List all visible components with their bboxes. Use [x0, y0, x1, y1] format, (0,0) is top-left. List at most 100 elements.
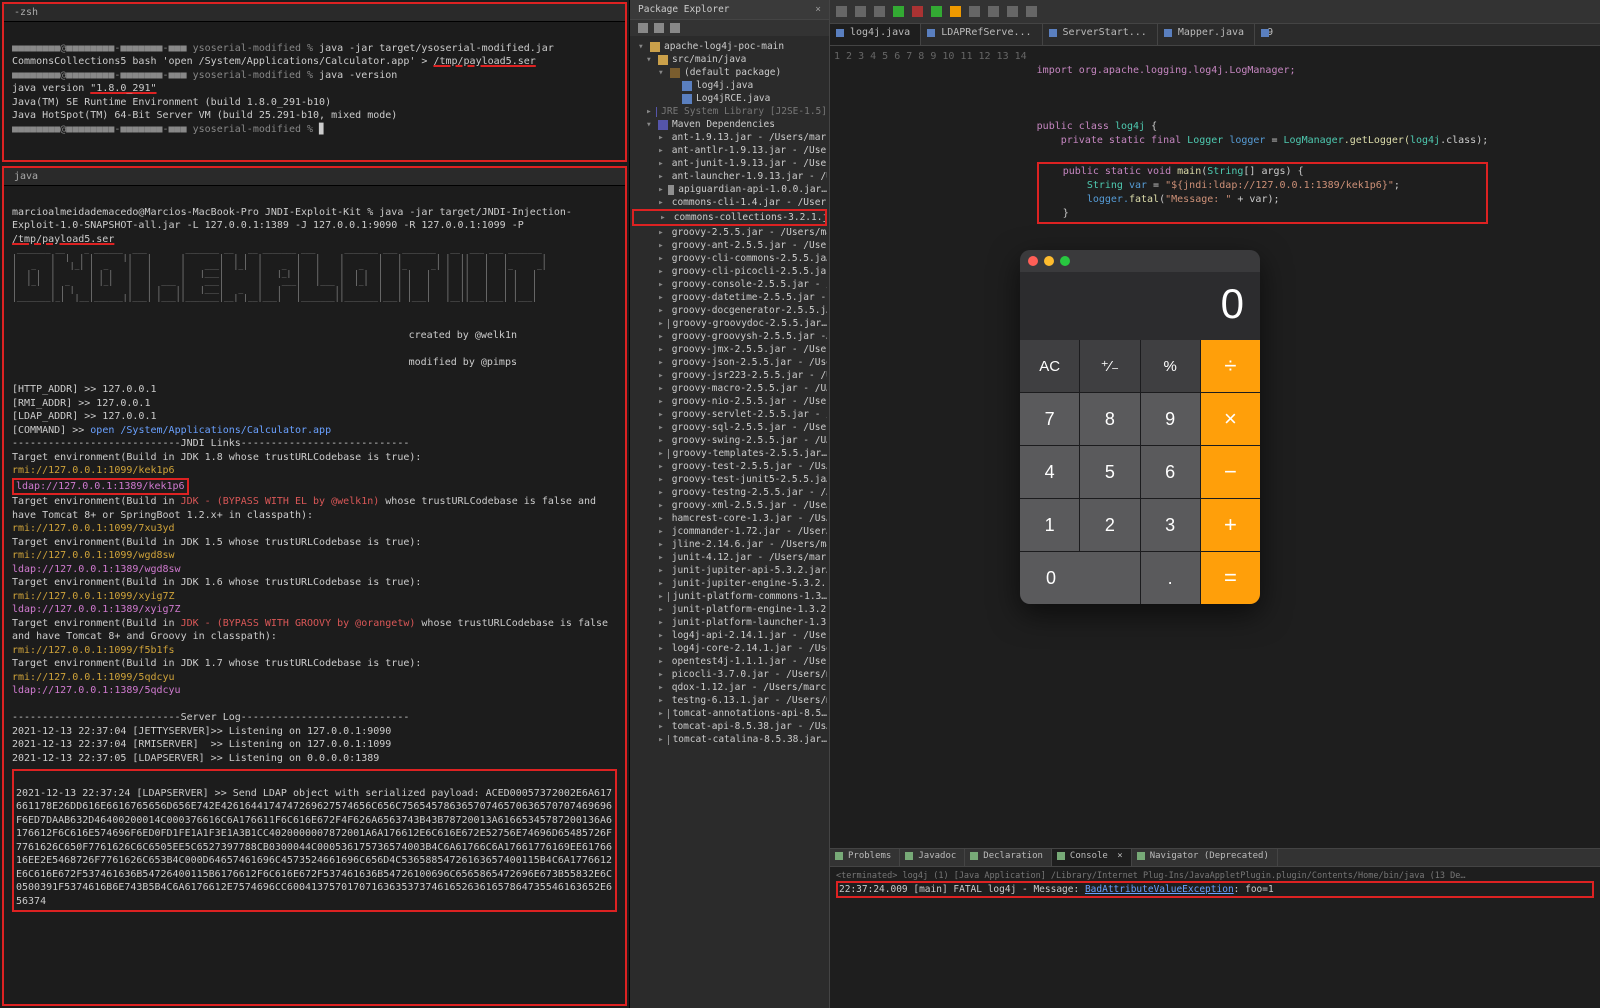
calc-2-button[interactable]: 2 — [1080, 499, 1139, 551]
tree-item[interactable]: ▸ant-launcher-1.9.13.jar - /U… — [632, 170, 827, 183]
calc-9-button[interactable]: 9 — [1141, 393, 1200, 445]
tree-item[interactable]: ▸groovy-macro-2.5.5.jar - /U… — [632, 382, 827, 395]
package-explorer[interactable]: Package Explorer × ▾apache-log4j-poc-mai… — [630, 0, 830, 1008]
tree-item[interactable]: ▸apiguardian-api-1.0.0.jar… — [632, 183, 827, 196]
console-tab[interactable]: Javadoc — [900, 849, 965, 866]
tree-item[interactable]: ▸groovy-servlet-2.5.5.jar - /… — [632, 408, 827, 421]
tree-item[interactable]: ▸groovy-console-2.5.5.jar - /… — [632, 278, 827, 291]
save-icon[interactable] — [855, 6, 866, 17]
terminal-java[interactable]: java marcioalmeidademacedo@Marcios-MacBo… — [2, 166, 627, 1006]
window-close-icon[interactable] — [1028, 256, 1038, 266]
tree-item[interactable]: ▾src/main/java — [632, 53, 827, 66]
editor-tab[interactable]: ServerStart... — [1043, 24, 1158, 45]
tree-item[interactable]: ▸groovy-datetime-2.5.5.jar - … — [632, 291, 827, 304]
tree-item[interactable]: ▸jcommander-1.72.jar - /User… — [632, 525, 827, 538]
editor-tab[interactable]: LDAPRefServe... — [921, 24, 1042, 45]
tree-item[interactable]: ▸groovy-jmx-2.5.5.jar - /User… — [632, 343, 827, 356]
console-tab[interactable]: Navigator (Deprecated) — [1132, 849, 1278, 866]
tree-item[interactable]: ▸ant-1.9.13.jar - /Users/marci… — [632, 131, 827, 144]
tree-item[interactable]: ▸picocli-3.7.0.jar - /Users/m… — [632, 668, 827, 681]
next-annotation-icon[interactable] — [1026, 6, 1037, 17]
tree-item[interactable]: ▸groovy-templates-2.5.5.jar… — [632, 447, 827, 460]
calc-4-button[interactable]: 4 — [1020, 446, 1079, 498]
tree-item[interactable]: ▸JRE System Library [J2SE-1.5] — [632, 105, 827, 118]
calc-5-button[interactable]: 5 — [1080, 446, 1139, 498]
tree-item[interactable]: ▸junit-jupiter-api-5.3.2.jar… — [632, 564, 827, 577]
editor-tab[interactable]: log4j.java — [830, 24, 921, 45]
window-zoom-icon[interactable] — [1060, 256, 1070, 266]
tree-item[interactable]: ▸groovy-test-2.5.5.jar - /Us… — [632, 460, 827, 473]
tree-item[interactable]: ▸groovy-ant-2.5.5.jar - /Users… — [632, 239, 827, 252]
external-tools-icon[interactable] — [950, 6, 961, 17]
calc-plusminus-button[interactable]: ⁺⁄₋ — [1080, 340, 1139, 392]
new-icon[interactable] — [836, 6, 847, 17]
tree-item[interactable]: ▸opentest4j-1.1.1.jar - /User… — [632, 655, 827, 668]
open-type-icon[interactable] — [969, 6, 980, 17]
tree-item[interactable]: ▸testng-6.13.1.jar - /Users/m… — [632, 694, 827, 707]
calc-6-button[interactable]: 6 — [1141, 446, 1200, 498]
tree-item[interactable]: ▸groovy-cli-commons-2.5.5.ja… — [632, 252, 827, 265]
tree-item[interactable]: ▸tomcat-api-8.5.38.jar - /Us… — [632, 720, 827, 733]
tree-item[interactable]: ▸junit-platform-launcher-1.3.2… — [632, 616, 827, 629]
save-all-icon[interactable] — [874, 6, 885, 17]
tree-item[interactable]: ▸groovy-nio-2.5.5.jar - /User… — [632, 395, 827, 408]
tree-item[interactable]: ▸groovy-testng-2.5.5.jar - /… — [632, 486, 827, 499]
calc-ac-button[interactable]: AC — [1020, 340, 1079, 392]
tree-item[interactable]: log4j.java — [632, 79, 827, 92]
tree-item[interactable]: ▾apache-log4j-poc-main — [632, 40, 827, 53]
tree-item[interactable]: ▸groovy-jsr223-2.5.5.jar - /U… — [632, 369, 827, 382]
calc-dot-button[interactable]: . — [1141, 552, 1200, 604]
close-icon[interactable]: × — [1112, 851, 1123, 861]
tree-item[interactable]: ▸qdox-1.12.jar - /Users/marci… — [632, 681, 827, 694]
tree-item[interactable]: ▸groovy-2.5.5.jar - /Users/mar… — [632, 226, 827, 239]
tree-item[interactable]: ▸hamcrest-core-1.3.jar - /Us… — [632, 512, 827, 525]
calc-divide-button[interactable]: ÷ — [1201, 340, 1260, 392]
tree-item[interactable]: ▸groovy-groovydoc-2.5.5.jar… — [632, 317, 827, 330]
tree-item[interactable]: ▸junit-4.12.jar - /Users/marci… — [632, 551, 827, 564]
tree-item[interactable]: ▸commons-cli-1.4.jar - /Users… — [632, 196, 827, 209]
tree-item[interactable]: ▸groovy-sql-2.5.5.jar - /User… — [632, 421, 827, 434]
tree-item[interactable]: ▸commons-collections-3.2.1.j… — [632, 209, 827, 226]
tree-item[interactable]: ▸tomcat-annotations-api-8.5… — [632, 707, 827, 720]
close-icon[interactable]: × — [815, 4, 821, 15]
calc-3-button[interactable]: 3 — [1141, 499, 1200, 551]
console-tab[interactable]: Problems — [830, 849, 900, 866]
tree-item[interactable]: ▸log4j-api-2.14.1.jar - /Users… — [632, 629, 827, 642]
ide-toolbar[interactable] — [830, 0, 1600, 24]
link-editor-icon[interactable] — [654, 23, 664, 33]
tree-item[interactable]: ▸log4j-core-2.14.1.jar - /Use… — [632, 642, 827, 655]
tree-item[interactable]: ▸junit-jupiter-engine-5.3.2.j… — [632, 577, 827, 590]
window-minimize-icon[interactable] — [1044, 256, 1054, 266]
editor-more-tabs[interactable]: »9 — [1255, 24, 1283, 45]
view-menu-icon[interactable] — [670, 23, 680, 33]
calc-percent-button[interactable]: % — [1141, 340, 1200, 392]
tree-item[interactable]: ▾Maven Dependencies — [632, 118, 827, 131]
calculator-app[interactable]: 0 AC ⁺⁄₋ % ÷ 7 8 9 × 4 5 6 − 1 2 3 + 0 .… — [1020, 250, 1260, 604]
tree-item[interactable]: ▸jline-2.14.6.jar - /Users/ma… — [632, 538, 827, 551]
collapse-all-icon[interactable] — [638, 23, 648, 33]
tree-item[interactable]: ▸groovy-swing-2.5.5.jar - /U… — [632, 434, 827, 447]
console-tab[interactable]: Console × — [1052, 849, 1132, 866]
calc-7-button[interactable]: 7 — [1020, 393, 1079, 445]
tree-item[interactable]: ▸groovy-cli-picocli-2.5.5.jar… — [632, 265, 827, 278]
calc-subtract-button[interactable]: − — [1201, 446, 1260, 498]
tree-item[interactable]: ▸groovy-xml-2.5.5.jar - /Use… — [632, 499, 827, 512]
calc-multiply-button[interactable]: × — [1201, 393, 1260, 445]
run-icon[interactable] — [893, 6, 904, 17]
tree-item[interactable]: ▸junit-platform-commons-1.3… — [632, 590, 827, 603]
stop-icon[interactable] — [912, 6, 923, 17]
tree-item[interactable]: ▸groovy-groovysh-2.5.5.jar -… — [632, 330, 827, 343]
tree-item[interactable]: ▾(default package) — [632, 66, 827, 79]
terminal-zsh[interactable]: -zsh ■■■■■■■■@■■■■■■■■-■■■■■■■-■■■ ysose… — [2, 2, 627, 162]
calc-equals-button[interactable]: = — [1201, 552, 1260, 604]
calc-8-button[interactable]: 8 — [1080, 393, 1139, 445]
tree-item[interactable]: ▸tomcat-catalina-8.5.38.jar… — [632, 733, 827, 746]
editor-tabs[interactable]: log4j.javaLDAPRefServe...ServerStart...M… — [830, 24, 1600, 46]
tree-item[interactable]: ▸groovy-test-junit5-2.5.5.ja… — [632, 473, 827, 486]
calc-1-button[interactable]: 1 — [1020, 499, 1079, 551]
debug-icon[interactable] — [931, 6, 942, 17]
calc-add-button[interactable]: + — [1201, 499, 1260, 551]
toggle-mark-icon[interactable] — [1007, 6, 1018, 17]
tree-item[interactable]: ▸ant-antlr-1.9.13.jar - /Users… — [632, 144, 827, 157]
calc-0-button[interactable]: 0 — [1020, 552, 1140, 604]
